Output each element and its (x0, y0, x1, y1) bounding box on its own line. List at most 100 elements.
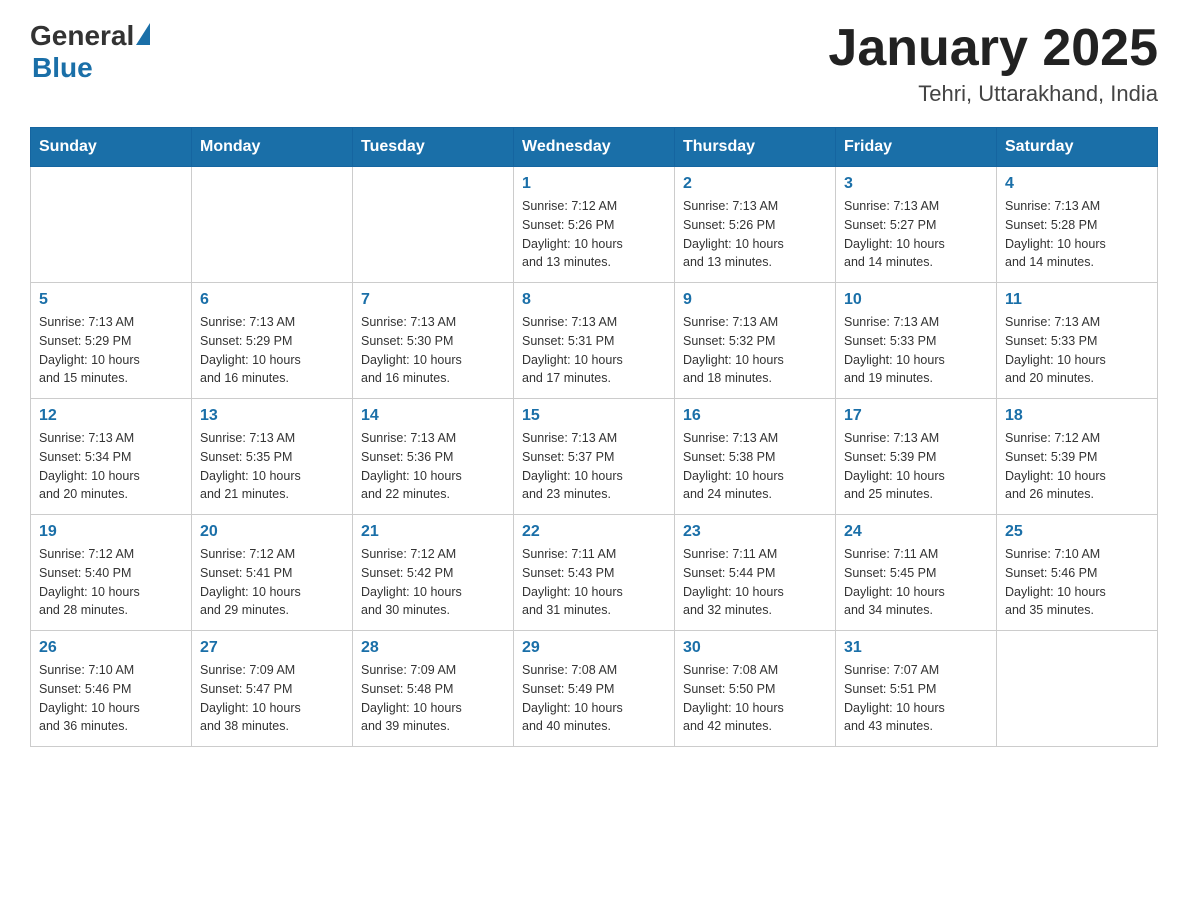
calendar-cell: 1 Sunrise: 7:12 AMSunset: 5:26 PMDaylight… (514, 167, 675, 283)
calendar-cell: 22 Sunrise: 7:11 AMSunset: 5:43 PMDayligh… (514, 515, 675, 631)
calendar-cell: 27 Sunrise: 7:09 AMSunset: 5:47 PMDayligh… (192, 631, 353, 747)
day-info: Sunrise: 7:13 AMSunset: 5:26 PMDaylight:… (683, 197, 827, 272)
calendar-cell: 9Sunrise: 7:13 AMSunset: 5:32 PMDaylight… (675, 283, 836, 399)
day-number: 15 (522, 407, 666, 425)
day-number: 10 (844, 291, 988, 309)
day-info: Sunrise: 7:13 AMSunset: 5:33 PMDaylight:… (844, 313, 988, 388)
day-number: 31 (844, 639, 988, 657)
day-info: Sunrise: 7:12 AMSunset: 5:39 PMDaylight:… (1005, 429, 1149, 504)
day-info: Sunrise: 7:11 AMSunset: 5:45 PMDaylight:… (844, 545, 988, 620)
day-info: Sunrise: 7:12 AMSunset: 5:40 PMDaylight:… (39, 545, 183, 620)
month-title: January 2025 (828, 20, 1158, 77)
day-info: Sunrise: 7:13 AMSunset: 5:33 PMDaylight:… (1005, 313, 1149, 388)
location-title: Tehri, Uttarakhand, India (828, 81, 1158, 107)
day-info: Sunrise: 7:10 AMSunset: 5:46 PMDaylight:… (39, 661, 183, 736)
day-number: 23 (683, 523, 827, 541)
day-number: 18 (1005, 407, 1149, 425)
calendar-cell: 13Sunrise: 7:13 AMSunset: 5:35 PMDayligh… (192, 399, 353, 515)
calendar-cell (31, 167, 192, 283)
day-number: 30 (683, 639, 827, 657)
calendar-cell: 31 Sunrise: 7:07 AMSunset: 5:51 PMDayligh… (836, 631, 997, 747)
day-number: 24 (844, 523, 988, 541)
calendar-cell: 17Sunrise: 7:13 AMSunset: 5:39 PMDayligh… (836, 399, 997, 515)
day-info: Sunrise: 7:09 AMSunset: 5:47 PMDaylight:… (200, 661, 344, 736)
day-number: 4 (1005, 175, 1149, 193)
day-info: Sunrise: 7:07 AMSunset: 5:51 PMDaylight:… (844, 661, 988, 736)
title-block: January 2025 Tehri, Uttarakhand, India (828, 20, 1158, 107)
day-info: Sunrise: 7:12 AMSunset: 5:42 PMDaylight:… (361, 545, 505, 620)
day-number: 5 (39, 291, 183, 309)
logo-triangle-icon (136, 23, 150, 45)
calendar-cell: 23 Sunrise: 7:11 AMSunset: 5:44 PMDayligh… (675, 515, 836, 631)
weekday-header-sunday: Sunday (31, 128, 192, 167)
day-info: Sunrise: 7:13 AMSunset: 5:36 PMDaylight:… (361, 429, 505, 504)
calendar-week-3: 12Sunrise: 7:13 AMSunset: 5:34 PMDayligh… (31, 399, 1158, 515)
day-info: Sunrise: 7:12 AMSunset: 5:26 PMDaylight:… (522, 197, 666, 272)
calendar-cell: 24 Sunrise: 7:11 AMSunset: 5:45 PMDayligh… (836, 515, 997, 631)
day-number: 1 (522, 175, 666, 193)
day-number: 17 (844, 407, 988, 425)
day-number: 11 (1005, 291, 1149, 309)
weekday-header-wednesday: Wednesday (514, 128, 675, 167)
calendar-cell: 12Sunrise: 7:13 AMSunset: 5:34 PMDayligh… (31, 399, 192, 515)
day-info: Sunrise: 7:10 AMSunset: 5:46 PMDaylight:… (1005, 545, 1149, 620)
day-number: 2 (683, 175, 827, 193)
calendar-cell: 10 Sunrise: 7:13 AMSunset: 5:33 PMDayligh… (836, 283, 997, 399)
calendar-cell (353, 167, 514, 283)
calendar-cell: 5 Sunrise: 7:13 AMSunset: 5:29 PMDaylight… (31, 283, 192, 399)
calendar-week-5: 26 Sunrise: 7:10 AMSunset: 5:46 PMDayligh… (31, 631, 1158, 747)
day-info: Sunrise: 7:13 AMSunset: 5:38 PMDaylight:… (683, 429, 827, 504)
logo-general-text: General (30, 20, 134, 52)
day-number: 27 (200, 639, 344, 657)
day-info: Sunrise: 7:11 AMSunset: 5:44 PMDaylight:… (683, 545, 827, 620)
calendar-cell: 29 Sunrise: 7:08 AMSunset: 5:49 PMDayligh… (514, 631, 675, 747)
calendar-cell: 2 Sunrise: 7:13 AMSunset: 5:26 PMDaylight… (675, 167, 836, 283)
day-info: Sunrise: 7:11 AMSunset: 5:43 PMDaylight:… (522, 545, 666, 620)
day-number: 8 (522, 291, 666, 309)
weekday-header-friday: Friday (836, 128, 997, 167)
calendar-week-4: 19Sunrise: 7:12 AMSunset: 5:40 PMDayligh… (31, 515, 1158, 631)
calendar-table: SundayMondayTuesdayWednesdayThursdayFrid… (30, 127, 1158, 747)
day-number: 6 (200, 291, 344, 309)
day-number: 28 (361, 639, 505, 657)
day-info: Sunrise: 7:13 AMSunset: 5:27 PMDaylight:… (844, 197, 988, 272)
calendar-cell: 19Sunrise: 7:12 AMSunset: 5:40 PMDayligh… (31, 515, 192, 631)
logo-blue-text: Blue (32, 52, 93, 84)
day-info: Sunrise: 7:13 AMSunset: 5:31 PMDaylight:… (522, 313, 666, 388)
day-info: Sunrise: 7:08 AMSunset: 5:49 PMDaylight:… (522, 661, 666, 736)
calendar-cell: 7 Sunrise: 7:13 AMSunset: 5:30 PMDaylight… (353, 283, 514, 399)
calendar-cell: 11 Sunrise: 7:13 AMSunset: 5:33 PMDayligh… (997, 283, 1158, 399)
weekday-header-monday: Monday (192, 128, 353, 167)
day-number: 14 (361, 407, 505, 425)
weekday-header-saturday: Saturday (997, 128, 1158, 167)
weekday-header-thursday: Thursday (675, 128, 836, 167)
day-number: 9 (683, 291, 827, 309)
day-info: Sunrise: 7:13 AMSunset: 5:28 PMDaylight:… (1005, 197, 1149, 272)
calendar-cell: 8 Sunrise: 7:13 AMSunset: 5:31 PMDaylight… (514, 283, 675, 399)
calendar-cell: 3 Sunrise: 7:13 AMSunset: 5:27 PMDaylight… (836, 167, 997, 283)
day-number: 16 (683, 407, 827, 425)
day-number: 22 (522, 523, 666, 541)
day-number: 7 (361, 291, 505, 309)
day-number: 25 (1005, 523, 1149, 541)
day-info: Sunrise: 7:13 AMSunset: 5:30 PMDaylight:… (361, 313, 505, 388)
calendar-week-2: 5 Sunrise: 7:13 AMSunset: 5:29 PMDaylight… (31, 283, 1158, 399)
day-info: Sunrise: 7:13 AMSunset: 5:29 PMDaylight:… (39, 313, 183, 388)
day-number: 26 (39, 639, 183, 657)
calendar-cell (192, 167, 353, 283)
calendar-cell: 21Sunrise: 7:12 AMSunset: 5:42 PMDayligh… (353, 515, 514, 631)
day-info: Sunrise: 7:13 AMSunset: 5:35 PMDaylight:… (200, 429, 344, 504)
calendar-cell: 14 Sunrise: 7:13 AMSunset: 5:36 PMDayligh… (353, 399, 514, 515)
day-info: Sunrise: 7:12 AMSunset: 5:41 PMDaylight:… (200, 545, 344, 620)
day-number: 3 (844, 175, 988, 193)
page-header: General Blue January 2025 Tehri, Uttarak… (30, 20, 1158, 107)
calendar-cell: 18 Sunrise: 7:12 AMSunset: 5:39 PMDayligh… (997, 399, 1158, 515)
calendar-cell: 15 Sunrise: 7:13 AMSunset: 5:37 PMDayligh… (514, 399, 675, 515)
calendar-cell: 6 Sunrise: 7:13 AMSunset: 5:29 PMDaylight… (192, 283, 353, 399)
day-info: Sunrise: 7:09 AMSunset: 5:48 PMDaylight:… (361, 661, 505, 736)
calendar-cell: 4 Sunrise: 7:13 AMSunset: 5:28 PMDaylight… (997, 167, 1158, 283)
day-info: Sunrise: 7:13 AMSunset: 5:37 PMDaylight:… (522, 429, 666, 504)
day-number: 20 (200, 523, 344, 541)
day-number: 29 (522, 639, 666, 657)
day-info: Sunrise: 7:13 AMSunset: 5:29 PMDaylight:… (200, 313, 344, 388)
